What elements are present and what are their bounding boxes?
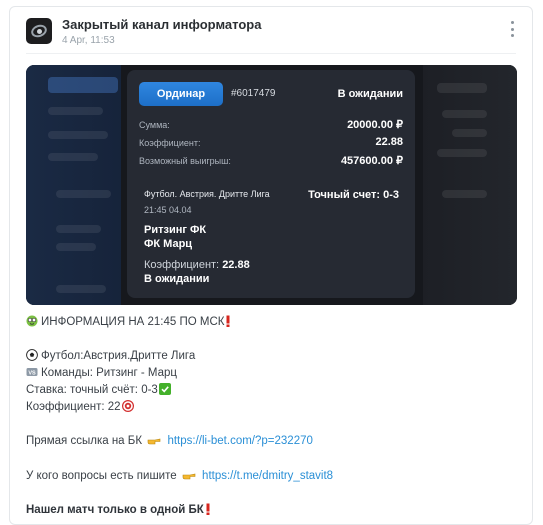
soccer-ball-icon [26, 349, 38, 361]
channel-avatar-icon[interactable] [26, 18, 52, 44]
bookmaker-link[interactable]: https://li-bet.com/?p=232270 [167, 435, 312, 447]
post-date: 4 Apr, 11:53 [62, 35, 115, 46]
team-away: ФК Марц [144, 238, 193, 250]
blurred-background-left [26, 65, 126, 305]
red-exclamation-icon [206, 503, 210, 515]
questions-line: У кого вопросы есть пишите https://t.me/… [26, 470, 334, 482]
possible-win-value: 457600.00 ₽ [340, 155, 403, 167]
bet-status: В ожидании [337, 88, 403, 100]
coefficient-label: Коэффициент: [139, 138, 201, 148]
bet-id: #6017479 [231, 88, 276, 99]
channel-post: Закрытый канал информатора 4 Apr, 11:53 … [9, 6, 533, 525]
nerd-face-emoji-icon [26, 315, 38, 327]
event-time: 21:45 04.04 [144, 205, 192, 215]
green-check-icon [158, 383, 171, 395]
post-header: Закрытый канал информатора 4 Apr, 11:53 [26, 16, 522, 50]
amount-value: 20000.00 ₽ [347, 119, 403, 131]
svg-text:VS: VS [28, 370, 36, 376]
info-line: ИНФОРМАЦИЯ НА 21:45 ПО МСК [26, 315, 234, 328]
event-title: Футбол. Австрия. Дритте Лига [144, 189, 270, 199]
red-exclamation-icon [226, 315, 230, 327]
single-bet-button[interactable]: Ординар [139, 82, 223, 106]
sport-line: Футбол:Австрия.Дритте Лига [26, 349, 195, 362]
market-exact-score: Точный счет: 0-3 [308, 189, 399, 201]
pointing-hand-icon [147, 438, 161, 445]
bet-screenshot[interactable]: Ординар #6017479 В ожидании Сумма: 20000… [26, 65, 517, 305]
teams-line: VS Команды: Ритзинг - Марц [26, 366, 177, 379]
amount-label: Сумма: [139, 120, 170, 130]
divider [26, 53, 516, 54]
vs-badge-icon: VS [26, 368, 38, 376]
target-icon [121, 400, 134, 412]
more-vertical-icon[interactable] [507, 21, 517, 37]
possible-win-label: Возможный выигрыш: [139, 156, 231, 166]
bet-card: Ординар #6017479 В ожидании Сумма: 20000… [127, 70, 415, 298]
coefficient-line: Коэффициент: 22 [26, 400, 137, 413]
channel-name[interactable]: Закрытый канал информатора [62, 17, 261, 32]
pointing-hand-icon [182, 473, 196, 480]
event-status: В ожидании [144, 273, 210, 285]
event-coefficient: Коэффициент: 22.88 [144, 259, 250, 271]
team-home: Ритзинг ФК [144, 224, 207, 236]
direct-link-line: Прямая ссылка на БК https://li-bet.com/?… [26, 435, 313, 447]
blurred-background-right [422, 65, 517, 305]
telegram-contact-link[interactable]: https://t.me/dmitry_stavit8 [202, 470, 333, 482]
footer-line: Нашел матч только в одной БК [26, 503, 214, 516]
bet-line: Ставка: точный счёт: 0-3 [26, 383, 174, 396]
phone-screen: Ординар #6017479 В ожидании Сумма: 20000… [121, 65, 423, 305]
coefficient-value: 22.88 [375, 136, 403, 148]
